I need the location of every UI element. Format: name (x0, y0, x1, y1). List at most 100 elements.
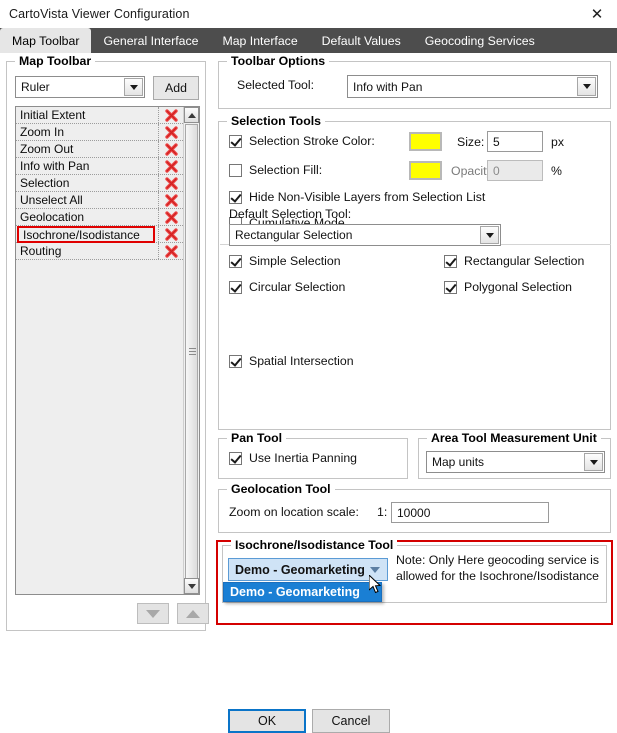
hide-layers-label: Hide Non-Visible Layers from Selection L… (249, 190, 486, 204)
isochrone-note-text: Note: Only Here geocoding service is all… (396, 553, 600, 583)
list-item[interactable]: Initial Extent (16, 107, 183, 124)
selection-stroke-color-checkbox[interactable] (229, 134, 242, 148)
delete-x-icon[interactable] (158, 141, 183, 157)
tab-geocoding-services[interactable]: Geocoding Services (413, 28, 547, 53)
default-selection-tool-combo[interactable]: Rectangular Selection (229, 224, 501, 246)
list-item-highlight: Isochrone/Isodistance (17, 226, 155, 243)
delete-x-icon[interactable] (158, 158, 183, 174)
geolocation-tool-legend: Geolocation Tool (227, 482, 335, 496)
isochrone-dropdown-option[interactable]: Demo - Geomarketing (223, 582, 382, 602)
list-item-label: Geolocation (20, 210, 85, 224)
selection-stroke-color-swatch[interactable] (409, 132, 442, 151)
delete-x-icon[interactable] (158, 226, 183, 242)
hide-layers-checkbox[interactable] (229, 190, 242, 204)
window-title: CartoVista Viewer Configuration (9, 7, 190, 21)
selected-tool-value: Info with Pan (353, 79, 423, 94)
scroll-down-icon[interactable] (184, 578, 199, 594)
delete-x-icon[interactable] (158, 175, 183, 191)
scroll-up-icon[interactable] (184, 107, 199, 123)
list-item[interactable]: Zoom In (16, 124, 183, 141)
isochrone-service-combo[interactable]: Demo - Geomarketing (228, 558, 388, 581)
chevron-down-icon[interactable] (584, 453, 603, 471)
selected-tool-label: Selected Tool: (237, 78, 315, 92)
chevron-down-icon[interactable] (364, 560, 386, 579)
pan-tool-group: Pan Tool Use Inertia Panning (218, 431, 408, 479)
size-value: 5 (493, 134, 500, 149)
rectangular-selection-label: Rectangular Selection (464, 254, 585, 268)
zoom-scale-value: 10000 (397, 505, 431, 520)
chevron-down-icon[interactable] (124, 78, 143, 96)
list-item-label: Zoom Out (20, 142, 74, 156)
zoom-scale-input[interactable]: 10000 (391, 502, 549, 523)
polygonal-selection-checkbox-row[interactable]: Polygonal Selection (444, 280, 572, 294)
default-selection-tool-value: Rectangular Selection (235, 228, 353, 242)
selection-fill-color-swatch[interactable] (409, 161, 442, 180)
opacity-value: 0 (493, 163, 500, 178)
tab-map-interface[interactable]: Map Interface (210, 28, 309, 53)
move-up-button[interactable] (177, 603, 209, 624)
toolbar-options-group: Toolbar Options Selected Tool: Info with… (218, 54, 611, 109)
spatial-intersection-checkbox[interactable] (229, 354, 242, 368)
spatial-intersection-checkbox-row[interactable]: Spatial Intersection (229, 354, 354, 368)
geolocation-tool-group: Geolocation Tool Zoom on location scale:… (218, 482, 611, 533)
list-scrollbar[interactable] (183, 107, 199, 594)
tool-select-combo[interactable]: Ruler (15, 76, 145, 98)
opacity-unit-label: % (551, 164, 562, 178)
list-item[interactable]: Info with Pan (16, 158, 183, 175)
simple-selection-label: Simple Selection (249, 254, 341, 268)
map-toolbar-legend: Map Toolbar (15, 54, 96, 68)
selection-fill-label: Selection Fill: (249, 163, 323, 177)
dialog-body: Map Toolbar Ruler Add Initial Extent Zoom… (0, 53, 617, 733)
rectangular-selection-checkbox[interactable] (444, 254, 457, 268)
list-item[interactable]: Routing (16, 243, 183, 260)
hide-layers-checkbox-row[interactable]: Hide Non-Visible Layers from Selection L… (229, 190, 485, 204)
add-button[interactable]: Add (153, 76, 199, 100)
simple-selection-checkbox-row[interactable]: Simple Selection (229, 254, 341, 268)
close-icon[interactable]: ✕ (577, 0, 617, 28)
list-item[interactable]: Selection (16, 175, 183, 192)
scrollbar-thumb[interactable] (185, 124, 198, 579)
delete-x-icon[interactable] (158, 192, 183, 208)
tab-general-interface[interactable]: General Interface (91, 28, 210, 53)
list-item[interactable]: Isochrone/Isodistance (16, 226, 183, 243)
simple-selection-checkbox[interactable] (229, 254, 242, 268)
tool-select-value: Ruler (21, 80, 50, 94)
chevron-down-icon[interactable] (577, 77, 596, 96)
area-unit-combo[interactable]: Map units (426, 451, 605, 473)
list-item-label: Routing (20, 244, 62, 258)
size-input[interactable]: 5 (487, 131, 543, 152)
circular-selection-checkbox[interactable] (229, 280, 242, 294)
selection-tools-legend: Selection Tools (227, 114, 325, 128)
toolbar-items-list[interactable]: Initial Extent Zoom In Zoom Out Info with P… (15, 106, 200, 595)
delete-x-icon[interactable] (158, 107, 183, 123)
inertia-panning-label: Use Inertia Panning (249, 451, 358, 465)
inertia-panning-checkbox[interactable] (229, 451, 242, 465)
polygonal-selection-label: Polygonal Selection (464, 280, 573, 294)
inertia-panning-checkbox-row[interactable]: Use Inertia Panning (229, 451, 357, 465)
ok-button[interactable]: OK (228, 709, 306, 733)
toolbar-items-rows: Initial Extent Zoom In Zoom Out Info with P… (16, 107, 183, 594)
delete-x-icon[interactable] (158, 209, 183, 225)
tab-map-toolbar[interactable]: Map Toolbar (0, 28, 92, 53)
cancel-button[interactable]: Cancel (312, 709, 390, 733)
rectangular-selection-checkbox-row[interactable]: Rectangular Selection (444, 254, 584, 268)
list-item-label: Zoom In (20, 125, 65, 139)
delete-x-icon[interactable] (158, 124, 183, 140)
selection-fill-checkbox[interactable] (229, 163, 242, 177)
move-down-button[interactable] (137, 603, 169, 624)
list-item[interactable]: Geolocation (16, 209, 183, 226)
list-item-label: Info with Pan (20, 159, 90, 173)
area-tool-legend: Area Tool Measurement Unit (427, 431, 601, 445)
tab-default-values[interactable]: Default Values (310, 28, 413, 53)
circular-selection-checkbox-row[interactable]: Circular Selection (229, 280, 345, 294)
opacity-input[interactable]: 0 (487, 160, 543, 181)
selection-fill-checkbox-row[interactable]: Selection Fill: (229, 163, 322, 177)
toolbar-options-legend: Toolbar Options (227, 54, 330, 68)
selection-stroke-color-checkbox-row[interactable]: Selection Stroke Color: (229, 134, 375, 148)
selected-tool-combo[interactable]: Info with Pan (347, 75, 598, 98)
list-item[interactable]: Zoom Out (16, 141, 183, 158)
chevron-down-icon[interactable] (480, 226, 499, 244)
delete-x-icon[interactable] (158, 243, 183, 259)
polygonal-selection-checkbox[interactable] (444, 280, 457, 294)
list-item[interactable]: Unselect All (16, 192, 183, 209)
